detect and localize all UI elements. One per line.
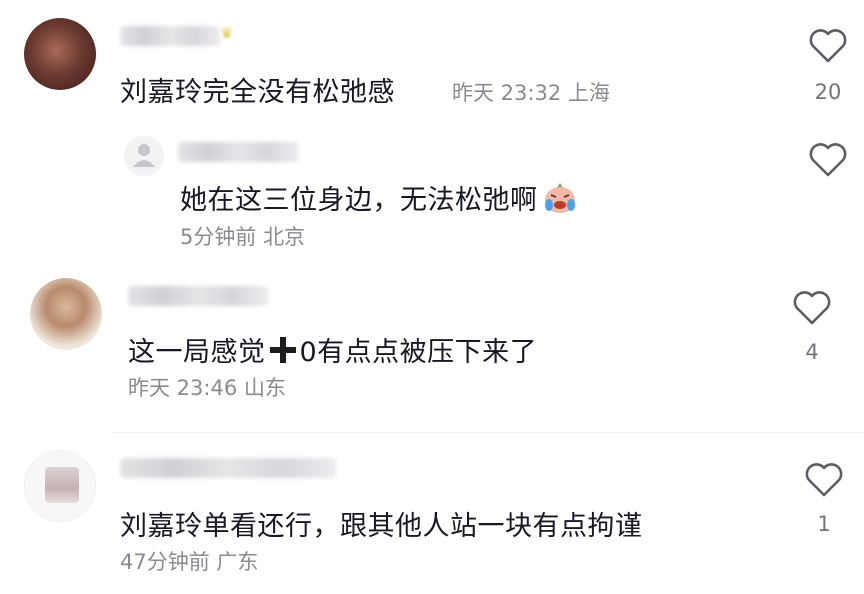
heart-outline-icon — [809, 29, 847, 63]
like-count: 1 — [817, 512, 831, 536]
comment-meta: 昨天 23:46 山东 — [128, 372, 286, 402]
comment-location: 广东 — [216, 550, 259, 574]
commenter-name-blurred[interactable] — [178, 142, 298, 162]
heart-outline-icon — [809, 143, 847, 177]
comment-text-part: 这一局感觉 — [128, 337, 266, 368]
like-button[interactable] — [802, 462, 846, 498]
commenter-avatar[interactable] — [124, 136, 164, 176]
comment-location: 上海 — [567, 81, 610, 105]
comment-meta: 47分钟前 广东 — [120, 546, 258, 576]
commenter-name-blurred[interactable] — [120, 458, 336, 478]
like-button[interactable] — [806, 28, 850, 64]
comment-location: 山东 — [243, 376, 286, 400]
commenter-avatar[interactable] — [24, 18, 96, 90]
comment-text: 这一局感觉 0有点点被压下来了 — [128, 330, 537, 372]
like-count: 4 — [805, 340, 819, 364]
reply-item[interactable]: 她在这三位身边，无法松弛啊 5分钟前 北京 — [0, 120, 864, 260]
like-button[interactable] — [790, 290, 834, 326]
commenter-avatar[interactable] — [24, 450, 96, 522]
comment-item[interactable]: 这一局感觉 0有点点被压下来了 昨天 23:46 山东 4 — [0, 268, 864, 428]
crown-icon: ♛ — [220, 24, 234, 42]
comment-text: 她在这三位身边，无法松弛啊 — [180, 178, 578, 222]
comment-text: 刘嘉玲完全没有松弛感 — [120, 77, 395, 108]
comment-item[interactable]: 刘嘉玲单看还行，跟其他人站一块有点拘谨 47分钟前 广东 1 — [0, 440, 864, 594]
commenter-avatar[interactable] — [30, 278, 102, 350]
comment-meta: 5分钟前 北京 — [180, 221, 305, 251]
heart-outline-icon — [793, 291, 831, 325]
comment-meta: 昨天 23:32 上海 — [452, 77, 610, 107]
heart-outline-icon — [805, 463, 843, 497]
comment-text: 刘嘉玲单看还行，跟其他人站一块有点拘谨 — [120, 511, 643, 542]
default-user-icon — [133, 144, 155, 167]
comment-text-body: 她在这三位身边，无法松弛啊 — [180, 185, 538, 216]
like-count: 20 — [814, 80, 842, 104]
like-button[interactable] — [806, 142, 850, 178]
comment-text-part: 0有点点被压下来了 — [299, 337, 538, 368]
comment-item[interactable]: ♛ 刘嘉玲完全没有松弛感 昨天 23:32 上海 20 — [0, 0, 864, 120]
crying-laughing-emoji — [542, 181, 578, 222]
comment-divider — [112, 432, 864, 433]
plus-icon — [268, 335, 298, 372]
commenter-name-blurred[interactable] — [120, 26, 220, 46]
comment-time: 5分钟前 — [180, 225, 257, 249]
commenter-name-blurred[interactable] — [128, 286, 268, 306]
comment-time: 47分钟前 — [120, 550, 210, 574]
comment-time: 昨天 23:46 — [128, 376, 238, 400]
comment-time: 昨天 23:32 — [452, 81, 562, 105]
comment-location: 北京 — [263, 225, 306, 249]
